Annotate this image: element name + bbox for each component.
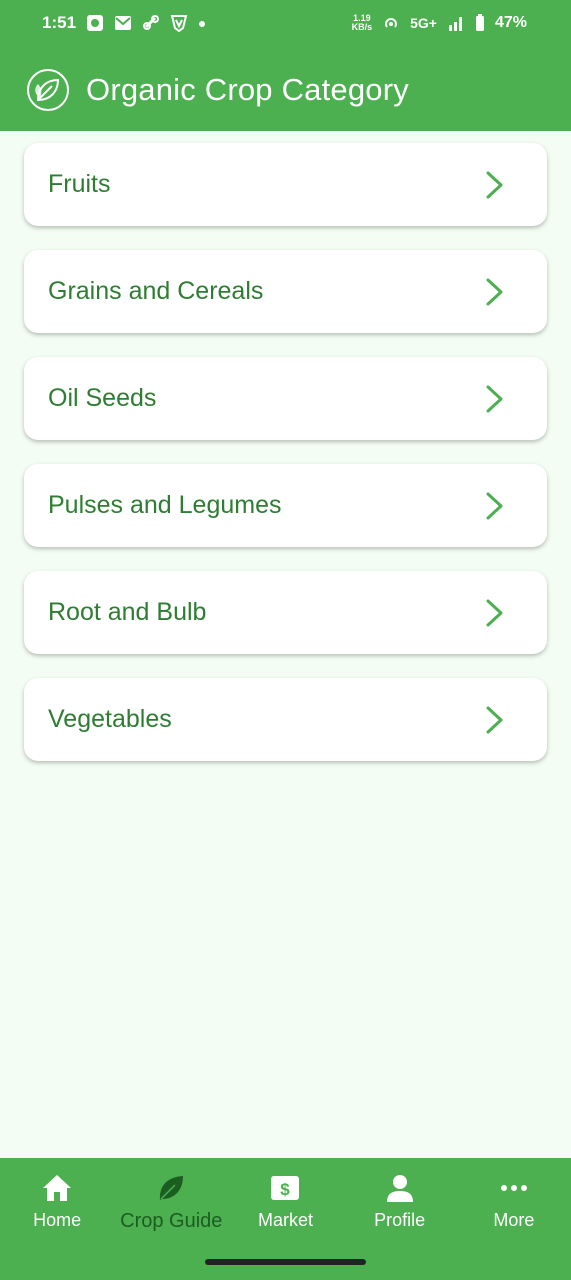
nav-label: Profile	[374, 1210, 426, 1230]
link-notification-icon	[143, 15, 160, 30]
nav-more[interactable]: More	[457, 1158, 571, 1280]
nav-label: Market	[257, 1210, 313, 1230]
gallery-notification-icon	[87, 15, 104, 31]
shield-notification-icon	[170, 15, 188, 32]
category-label: Pulses and Legumes	[48, 491, 282, 519]
category-label: Root and Bulb	[48, 598, 207, 626]
status-time: 1:51	[42, 13, 77, 32]
chevron-right-icon	[486, 492, 503, 519]
chevron-right-icon	[486, 385, 503, 412]
network-speed: 1.19 KB/s	[351, 13, 373, 32]
more-notifications-dot-icon	[199, 21, 206, 27]
home-indicator[interactable]	[205, 1259, 366, 1265]
chevron-right-icon	[486, 278, 503, 305]
battery-percent: 47%	[494, 14, 527, 31]
category-card-pulses-and-legumes[interactable]: Pulses and Legumes	[24, 464, 547, 547]
nav-label: Crop Guide	[120, 1210, 223, 1232]
nav-label: More	[493, 1210, 535, 1230]
category-card-root-and-bulb[interactable]: Root and Bulb	[24, 571, 547, 654]
nav-home[interactable]: Home	[0, 1158, 114, 1280]
category-label: Grains and Cereals	[48, 277, 264, 305]
leaf-circle-icon	[27, 69, 69, 111]
signal-icon	[448, 17, 462, 31]
app-bar: Organic Crop Category	[0, 58, 571, 122]
chevron-right-icon	[486, 171, 503, 198]
category-label: Fruits	[48, 170, 111, 198]
category-card-oil-seeds[interactable]: Oil Seeds	[24, 357, 547, 440]
category-card-vegetables[interactable]: Vegetables	[24, 678, 547, 761]
category-label: Vegetables	[48, 705, 172, 733]
person-icon	[386, 1175, 413, 1202]
category-label: Oil Seeds	[48, 384, 157, 412]
dollar-sign-icon: $	[271, 1176, 300, 1200]
svg-text:$: $	[281, 1180, 291, 1199]
category-list: Fruits Grains and Cereals Oil Seeds Puls…	[24, 143, 547, 785]
more-dots-icon	[500, 1185, 527, 1191]
category-card-grains-and-cereals[interactable]: Grains and Cereals	[24, 250, 547, 333]
nav-label: Home	[33, 1210, 82, 1230]
top-bar: 1:51 1.19 KB/s 5G+ 47% Organic Crop Cate…	[0, 0, 571, 131]
mail-notification-icon	[115, 16, 132, 30]
chevron-right-icon	[486, 706, 503, 733]
status-bar: 1:51 1.19 KB/s 5G+ 47%	[0, 0, 571, 46]
page-title: Organic Crop Category	[86, 72, 409, 107]
home-icon	[43, 1175, 72, 1201]
battery-icon	[475, 14, 484, 31]
leaf-icon	[160, 1176, 184, 1200]
network-type: 5G+	[410, 15, 437, 31]
chevron-right-icon	[486, 599, 503, 626]
category-card-fruits[interactable]: Fruits	[24, 143, 547, 226]
hotspot-icon	[385, 18, 398, 28]
